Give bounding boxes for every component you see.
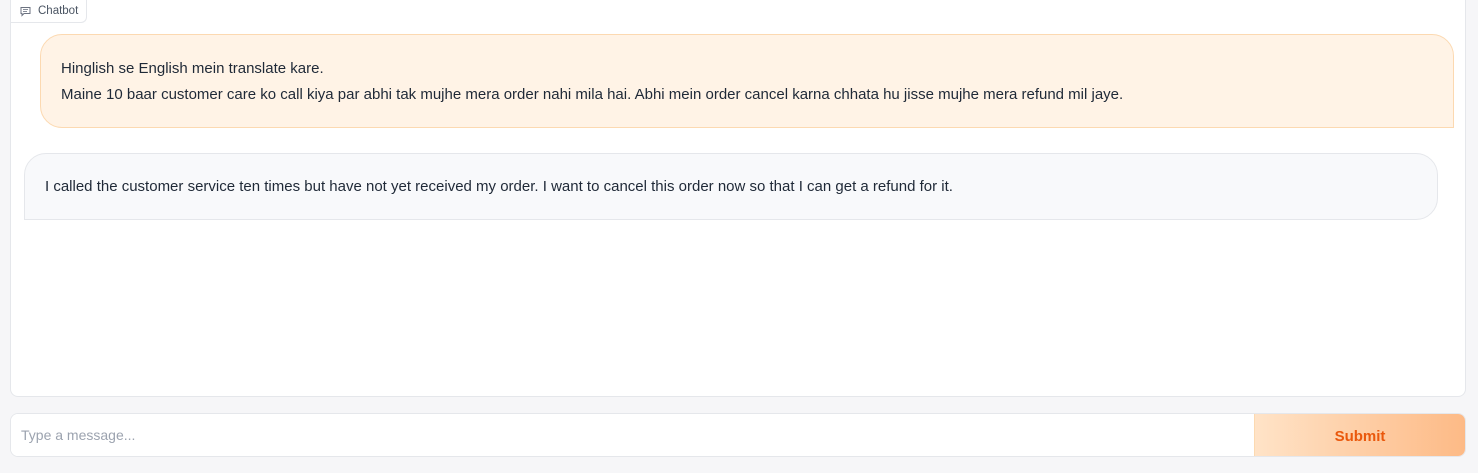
message-input[interactable] — [11, 414, 1254, 456]
user-message-line: Hinglish se English mein translate kare. — [61, 60, 324, 77]
chat-bubble-icon — [20, 6, 31, 17]
chatbot-label-text: Chatbot — [38, 5, 79, 17]
chatbot-panel: Chatbot Hinglish se English mein transla… — [10, 0, 1466, 397]
bot-message: I called the customer service ten times … — [24, 153, 1438, 220]
chatbot-label: Chatbot — [11, 0, 88, 23]
user-message: Hinglish se English mein translate kare.… — [40, 34, 1454, 128]
user-message-line: Maine 10 baar customer care ko call kiya… — [61, 86, 1124, 103]
message-composer: Submit — [10, 413, 1466, 457]
bot-message-line: I called the customer service ten times … — [45, 178, 953, 195]
submit-button[interactable]: Submit — [1254, 414, 1465, 456]
